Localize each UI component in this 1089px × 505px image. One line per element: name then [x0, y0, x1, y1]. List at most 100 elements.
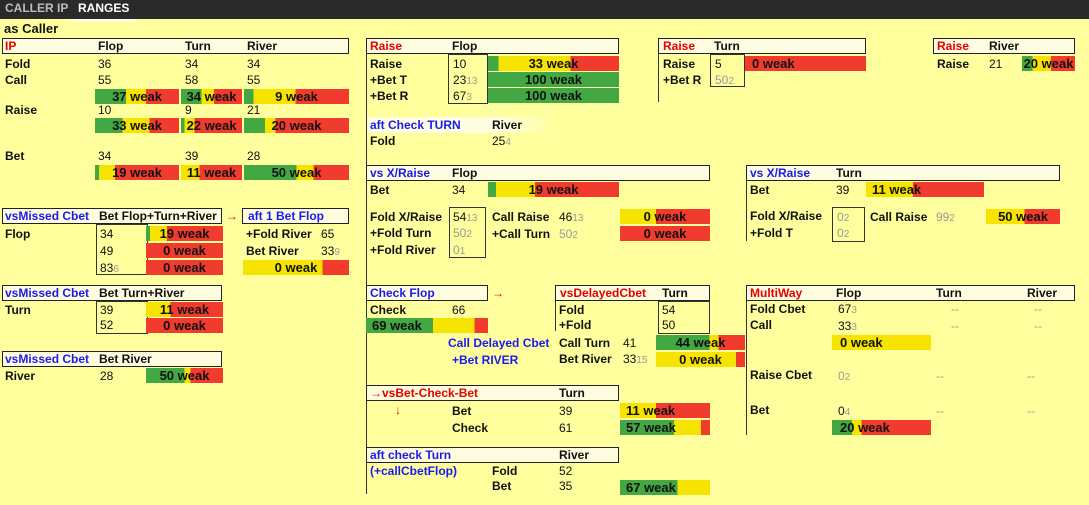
raise-flop-val: 2313 [453, 73, 478, 87]
vsxraise-turn-call-bar: 50 weak [986, 209, 1060, 224]
aft1bet-fold-river-val: 65 [321, 227, 335, 241]
aft-check-turn-val: 254 [492, 134, 511, 148]
ip-bet-turn-bar: 11 weak [181, 165, 242, 180]
vsxraise-flop-call-val: 502 [559, 227, 578, 241]
multiway-col: River [1027, 286, 1058, 300]
aft-check-turn2-label: Bet [492, 479, 512, 493]
raise-river-title: Raise [937, 39, 970, 53]
raise-river-col: River [989, 39, 1020, 53]
vsmissed2-val: 39 [100, 303, 114, 317]
tab-ranges[interactable]: RANGES [71, 0, 137, 21]
ip-val: 55 [98, 73, 112, 87]
multiway-val: 04 [838, 404, 851, 418]
vsxraise-turn-bet-val: 39 [836, 183, 850, 197]
raise-turn-val: 502 [715, 73, 734, 87]
vsxraise-flop-fold-label: +Fold Turn [370, 226, 432, 240]
ip-call-river-bar: 9 weak [244, 89, 349, 104]
delayed-cbet-bar: 44 weak [656, 335, 745, 350]
multiway-dash: -- [951, 302, 959, 316]
multiway-dash: -- [1027, 369, 1035, 383]
ip-bet-river-bar: 50 weak [244, 165, 349, 180]
multiway-dash: -- [936, 369, 944, 383]
raise-river-bar: 20 weak [1022, 56, 1075, 71]
vsxraise-turn-fold-val: 02 [837, 226, 850, 240]
ip-val: 58 [185, 73, 199, 87]
delayed-cbet-fold-val: 50 [662, 318, 676, 332]
multiway-label: Fold Cbet [750, 302, 806, 316]
vsxraise-flop-bet-val: 34 [452, 183, 466, 197]
ip-row-label: Fold [5, 57, 31, 71]
vsxraise-flop-call-bar: 0 weak [620, 226, 710, 241]
vsxraise-turn-fold-label: Fold X/Raise [750, 209, 823, 223]
vsxraise-turn-bet-label: Bet [750, 183, 770, 197]
ip-val: 36 [98, 57, 112, 71]
aft1bet-title: aft 1 Bet Flop [248, 209, 325, 223]
raise-flop-bar: 100 weak [488, 72, 619, 87]
vsbcb-bar: 57 weak [620, 420, 710, 435]
aft-check-turn-title: aft Check TURN [370, 118, 461, 132]
vsxraise-turn-divider [746, 181, 747, 241]
multiway-dash: -- [1027, 404, 1035, 418]
multiway-dash: -- [1034, 319, 1042, 333]
check-flop-bar: 69 weak [366, 318, 488, 333]
vsmissed2-bar: 0 weak [146, 318, 223, 333]
vsxraise-turn-col: Turn [836, 166, 862, 180]
raise-flop-header [366, 38, 619, 54]
raise-turn-divider [658, 54, 659, 102]
delayed-cbet-divider [555, 301, 556, 331]
ip-raise-turn-bar: 22 weak [181, 118, 242, 133]
multiway-val: 673 [838, 302, 857, 316]
vsxraise-flop-fold-label: +Fold River [370, 243, 436, 257]
multiway-dash: -- [1034, 302, 1042, 316]
vsxraise-flop-col: Flop [452, 166, 478, 180]
vsbcb-label: Check [452, 421, 489, 435]
vsxraise-flop-fold-val: 502 [453, 226, 472, 240]
tab-caller-ip[interactable]: CALLER IP [5, 0, 68, 19]
delayed-cbet-fold-label: +Fold [559, 318, 592, 332]
vsxraise-flop-title: vs X/Raise [370, 166, 431, 180]
ip-row-label: Bet [5, 149, 25, 163]
aft-check-turn-col: River [492, 118, 523, 132]
aft1bet-fold-river-label: +Fold River [246, 227, 312, 241]
aft1bet-bar: 0 weak [243, 260, 349, 275]
raise-turn-col: Turn [714, 39, 740, 53]
aft-check-turn2-label: Fold [492, 464, 518, 478]
check-flop-label: Check [370, 303, 407, 317]
ip-val: 55 [247, 73, 261, 87]
multiway-val: 02 [838, 369, 851, 383]
vsbcb-label: Bet [452, 404, 472, 418]
raise-turn-bar: 0 weak [745, 56, 866, 71]
delayed-cbet-bar: 0 weak [656, 352, 745, 367]
aft-check-turn2-val: 35 [559, 479, 573, 493]
raise-flop-label: +Bet T [370, 73, 408, 87]
multiway-label: Call [750, 318, 773, 332]
aft-check-turn2-val: 52 [559, 464, 573, 478]
vsbcb-title: →vsBet-Check-Bet [370, 386, 479, 400]
raise-flop-val: 10 [453, 57, 467, 71]
multiway-divider [746, 301, 747, 435]
multiway-title: MultiWay [750, 286, 803, 300]
vsxraise-turn-call-val: 992 [936, 210, 955, 224]
check-flop-val: 66 [452, 303, 466, 317]
delayed-cbet-left-label: Call Delayed Cbet [448, 336, 550, 350]
arrow-right-icon: → [226, 209, 238, 223]
vsxraise-turn-bet-bar: 11 weak [866, 182, 984, 197]
delayed-cbet-title: vsDelayedCbet [560, 286, 647, 300]
delayed-cbet-col: Turn [662, 286, 688, 300]
aft-check-turn2-title: aft check Turn [370, 448, 452, 462]
ip-raise-river-bar: 20 weak [244, 118, 349, 133]
multiway-col: Turn [936, 286, 962, 300]
ip-col-river: River [247, 39, 278, 53]
delayed-cbet-bet-river-val: 3315 [623, 352, 648, 366]
vsmissed1-val: 49 [100, 244, 114, 258]
raise-river-val: 21 [989, 57, 1003, 71]
ip-val: 9 [185, 103, 192, 117]
vsxraise-flop-fold-val: 01 [453, 243, 466, 257]
raise-turn-label: Raise [663, 57, 696, 71]
aft-check-turn2-bar: 67 weak [620, 480, 710, 495]
ip-val: 34 [185, 57, 199, 71]
delayed-cbet-left-label: +Bet RIVER [452, 353, 519, 367]
vsmissed1-bar: 0 weak [146, 260, 223, 275]
vsxraise-flop-fold-label: Fold X/Raise [370, 210, 443, 224]
vsmissed2-row-label: Turn [5, 303, 31, 317]
